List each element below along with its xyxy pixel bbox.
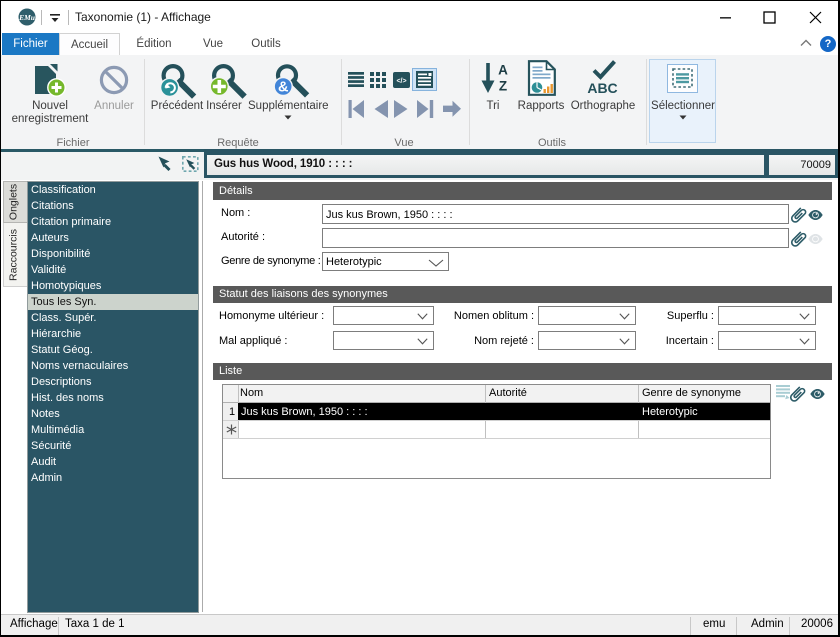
svg-text:A: A [498,63,508,78]
svg-text:&: & [278,80,289,96]
svg-text:Z: Z [499,79,507,94]
svg-text:</>: </> [396,78,406,85]
svg-text:ABC: ABC [587,80,617,96]
svg-text:EMu: EMu [18,13,35,22]
svg-text:Onglets: Onglets [8,184,20,220]
svg-text:Raccourcis: Raccourcis [8,229,20,281]
